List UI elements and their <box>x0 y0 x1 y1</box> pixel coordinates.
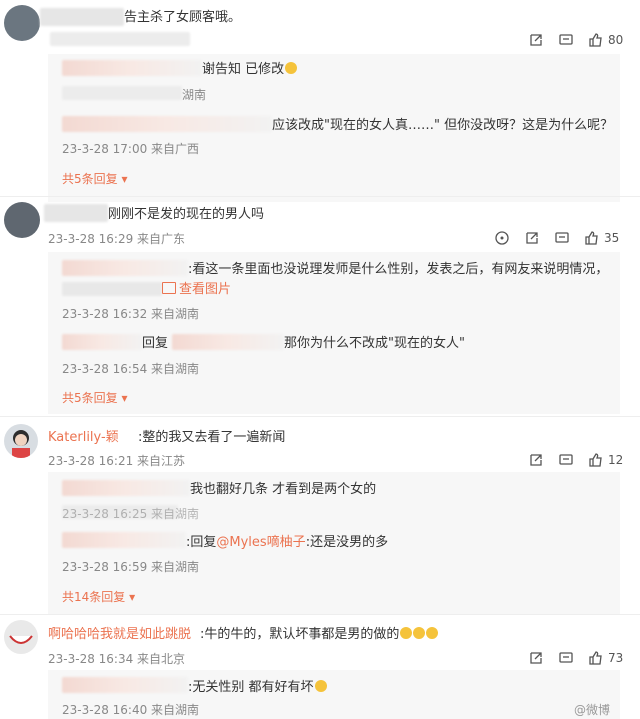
comment-icon[interactable] <box>558 32 574 48</box>
reply-meta: 湖南 <box>182 88 207 102</box>
meta-redacted <box>50 32 190 46</box>
like-count: 73 <box>608 651 624 665</box>
reply-meta: 23-3-28 16:54 来自湖南 <box>62 362 200 376</box>
reply-text-redacted <box>62 282 162 296</box>
divider <box>0 196 640 197</box>
avatar[interactable] <box>4 202 40 238</box>
like-count: 35 <box>604 231 620 245</box>
comment-actions: 73 <box>528 650 623 666</box>
reply-text: 我也翻好几条 才看到是两个女的 <box>190 482 377 497</box>
comment-username[interactable]: 啊哈哈哈我就是如此跳脱 <box>48 627 191 643</box>
more-replies-link[interactable]: 共5条回复 ▾ <box>62 391 127 405</box>
comment-icon[interactable] <box>554 230 570 246</box>
share-icon[interactable] <box>524 230 540 246</box>
reply-text: :回复@Myles嘀柚子:还是没男的多 <box>186 535 389 550</box>
comment-meta: 23-3-28 16:29 来自广东 <box>48 232 186 246</box>
comment-text: 刚刚不是发的现在的男人吗 <box>108 207 265 222</box>
avatar[interactable] <box>4 424 38 458</box>
watermark: @微博 <box>574 703 611 717</box>
username-redacted <box>40 8 124 26</box>
divider <box>0 416 640 417</box>
like-icon[interactable] <box>588 650 604 666</box>
comment-actions: 80 <box>528 32 623 48</box>
reply-username-redacted <box>62 532 186 548</box>
reply-username-redacted <box>62 260 188 276</box>
comment-meta: 23-3-28 16:34 来自北京 <box>48 652 186 666</box>
reply-prefix: 回复 <box>142 336 169 351</box>
more-replies-link[interactable]: 共5条回复 ▾ <box>62 172 127 186</box>
like-icon[interactable] <box>584 230 600 246</box>
emoji-icon <box>400 627 413 639</box>
reply-username-redacted <box>62 677 188 693</box>
emoji-icon <box>413 627 426 639</box>
like-count: 12 <box>608 453 624 467</box>
comment-icon[interactable] <box>558 452 574 468</box>
emoji-icon <box>285 62 298 74</box>
mention-link[interactable]: @Myles嘀柚子 <box>216 535 305 550</box>
comment-text: 告主杀了女顾客哦。 <box>124 10 242 25</box>
reply-meta: 23-3-28 16:25 来自湖南 <box>62 507 200 521</box>
image-icon <box>162 282 176 294</box>
like-icon[interactable] <box>588 452 604 468</box>
comment-username[interactable]: Katerlily-颖 <box>48 430 119 446</box>
comment-text: :牛的牛的，默认坏事都是男的做的 <box>200 627 439 643</box>
comment-actions: 12 <box>528 452 623 468</box>
reply-text: 应该改成"现在的女人真……" 但你没改呀？这是为什么呢？ <box>272 118 614 133</box>
divider <box>0 614 640 615</box>
reply-text: 谢告知 已修改 <box>202 62 298 78</box>
avatar[interactable] <box>4 620 38 654</box>
reply-meta-redacted <box>62 86 182 100</box>
comment-text: :整的我又去看了一遍新闻 <box>138 430 286 445</box>
like-count: 80 <box>608 33 624 47</box>
avatar-figure-icon <box>12 430 30 458</box>
emoji-icon <box>314 680 327 692</box>
reply-text: :无关性别 都有好有坏 <box>188 680 327 696</box>
reply-username-redacted <box>62 334 142 350</box>
reply-meta: 23-3-28 16:40 来自湖南 <box>62 703 200 717</box>
comment-meta: 23-3-28 16:21 来自江苏 <box>48 454 186 468</box>
reply-username-redacted <box>62 60 202 76</box>
more-replies-link[interactable]: 共14条回复 ▾ <box>62 590 135 604</box>
view-icon[interactable] <box>494 230 510 246</box>
reply-username-redacted <box>62 116 272 132</box>
share-icon[interactable] <box>528 650 544 666</box>
view-image-link[interactable]: 查看图片 <box>162 282 231 298</box>
mention-redacted <box>172 334 284 350</box>
emoji-icon <box>426 627 439 639</box>
reply-username-redacted <box>62 480 190 496</box>
avatar-smile-icon <box>9 635 33 644</box>
comment-actions: 35 <box>494 230 619 246</box>
comment-icon[interactable] <box>558 650 574 666</box>
reply-meta: 23-3-28 17:00 来自广西 <box>62 142 200 156</box>
share-icon[interactable] <box>528 32 544 48</box>
share-icon[interactable] <box>528 452 544 468</box>
reply-text: 那你为什么不改成"现在的女人" <box>284 336 465 351</box>
username-redacted <box>44 204 108 222</box>
avatar[interactable] <box>4 5 40 41</box>
reply-text: :看这一条里面也没说理发师是什么性别，发表之后，有网友来说明情况， <box>188 262 609 277</box>
reply-meta: 23-3-28 16:32 来自湖南 <box>62 307 200 321</box>
like-icon[interactable] <box>588 32 604 48</box>
reply-meta: 23-3-28 16:59 来自湖南 <box>62 560 200 574</box>
